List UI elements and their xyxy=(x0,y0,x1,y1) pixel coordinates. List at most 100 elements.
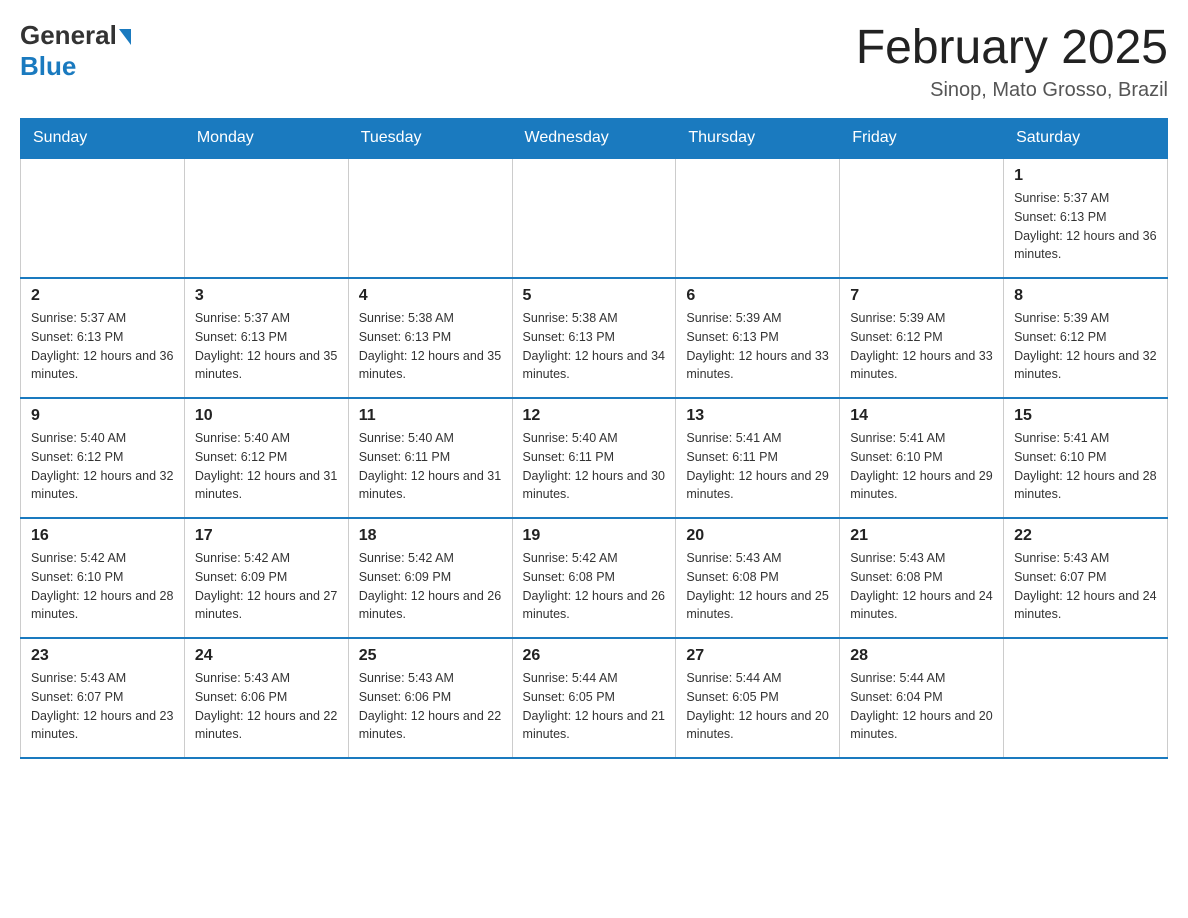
day-number: 21 xyxy=(850,527,993,545)
day-info: Sunrise: 5:44 AM Sunset: 6:04 PM Dayligh… xyxy=(850,669,993,744)
logo-blue-text: Blue xyxy=(20,51,76,81)
calendar-cell: 20 Sunrise: 5:43 AM Sunset: 6:08 PM Dayli… xyxy=(676,518,840,638)
day-info: Sunrise: 5:37 AM Sunset: 6:13 PM Dayligh… xyxy=(195,309,338,384)
day-number: 2 xyxy=(31,287,174,305)
day-info: Sunrise: 5:43 AM Sunset: 6:06 PM Dayligh… xyxy=(359,669,502,744)
calendar-cell: 8 Sunrise: 5:39 AM Sunset: 6:12 PM Daylig… xyxy=(1004,278,1168,398)
day-info: Sunrise: 5:37 AM Sunset: 6:13 PM Dayligh… xyxy=(31,309,174,384)
calendar-cell: 3 Sunrise: 5:37 AM Sunset: 6:13 PM Daylig… xyxy=(184,278,348,398)
day-number: 14 xyxy=(850,407,993,425)
day-info: Sunrise: 5:43 AM Sunset: 6:08 PM Dayligh… xyxy=(850,549,993,624)
calendar-cell xyxy=(184,158,348,278)
day-info: Sunrise: 5:39 AM Sunset: 6:12 PM Dayligh… xyxy=(850,309,993,384)
calendar-cell: 14 Sunrise: 5:41 AM Sunset: 6:10 PM Dayli… xyxy=(840,398,1004,518)
calendar-table: SundayMondayTuesdayWednesdayThursdayFrid… xyxy=(20,118,1168,759)
calendar-cell: 7 Sunrise: 5:39 AM Sunset: 6:12 PM Daylig… xyxy=(840,278,1004,398)
day-number: 23 xyxy=(31,647,174,665)
day-info: Sunrise: 5:40 AM Sunset: 6:11 PM Dayligh… xyxy=(359,429,502,504)
calendar-cell: 4Sunrise: 5:38 AM Sunset: 6:13 PM Daylig… xyxy=(348,278,512,398)
day-of-week-header: Tuesday xyxy=(348,119,512,159)
day-number: 11 xyxy=(359,407,502,425)
day-info: Sunrise: 5:41 AM Sunset: 6:10 PM Dayligh… xyxy=(850,429,993,504)
day-number: 8 xyxy=(1014,287,1157,305)
day-number: 6 xyxy=(686,287,829,305)
day-number: 9 xyxy=(31,407,174,425)
calendar-header-row: SundayMondayTuesdayWednesdayThursdayFrid… xyxy=(21,119,1168,159)
calendar-cell: 26 Sunrise: 5:44 AM Sunset: 6:05 PM Dayli… xyxy=(512,638,676,758)
day-number: 12 xyxy=(523,407,666,425)
day-of-week-header: Friday xyxy=(840,119,1004,159)
day-info: Sunrise: 5:44 AM Sunset: 6:05 PM Dayligh… xyxy=(686,669,829,744)
location-subtitle: Sinop, Mato Grosso, Brazil xyxy=(856,79,1168,102)
calendar-cell xyxy=(348,158,512,278)
calendar-cell: 19Sunrise: 5:42 AM Sunset: 6:08 PM Dayli… xyxy=(512,518,676,638)
day-number: 7 xyxy=(850,287,993,305)
day-info: Sunrise: 5:42 AM Sunset: 6:08 PM Dayligh… xyxy=(523,549,666,624)
day-info: Sunrise: 5:40 AM Sunset: 6:12 PM Dayligh… xyxy=(31,429,174,504)
calendar-cell: 11 Sunrise: 5:40 AM Sunset: 6:11 PM Dayli… xyxy=(348,398,512,518)
calendar-cell: 13 Sunrise: 5:41 AM Sunset: 6:11 PM Dayli… xyxy=(676,398,840,518)
day-number: 26 xyxy=(523,647,666,665)
calendar-cell: 5Sunrise: 5:38 AM Sunset: 6:13 PM Daylig… xyxy=(512,278,676,398)
day-info: Sunrise: 5:42 AM Sunset: 6:10 PM Dayligh… xyxy=(31,549,174,624)
calendar-cell: 28 Sunrise: 5:44 AM Sunset: 6:04 PM Dayli… xyxy=(840,638,1004,758)
day-info: Sunrise: 5:43 AM Sunset: 6:07 PM Dayligh… xyxy=(31,669,174,744)
day-info: Sunrise: 5:38 AM Sunset: 6:13 PM Dayligh… xyxy=(359,309,502,384)
calendar-cell xyxy=(676,158,840,278)
calendar-cell: 16 Sunrise: 5:42 AM Sunset: 6:10 PM Dayli… xyxy=(21,518,185,638)
day-info: Sunrise: 5:40 AM Sunset: 6:11 PM Dayligh… xyxy=(523,429,666,504)
day-number: 16 xyxy=(31,527,174,545)
day-of-week-header: Monday xyxy=(184,119,348,159)
calendar-cell: 2 Sunrise: 5:37 AM Sunset: 6:13 PM Daylig… xyxy=(21,278,185,398)
calendar-cell: 25 Sunrise: 5:43 AM Sunset: 6:06 PM Dayli… xyxy=(348,638,512,758)
day-number: 5 xyxy=(523,287,666,305)
calendar-cell xyxy=(512,158,676,278)
calendar-week-row: 9 Sunrise: 5:40 AM Sunset: 6:12 PM Daylig… xyxy=(21,398,1168,518)
day-number: 20 xyxy=(686,527,829,545)
calendar-cell: 6 Sunrise: 5:39 AM Sunset: 6:13 PM Daylig… xyxy=(676,278,840,398)
calendar-week-row: 1Sunrise: 5:37 AM Sunset: 6:13 PM Daylig… xyxy=(21,158,1168,278)
day-number: 28 xyxy=(850,647,993,665)
month-title: February 2025 xyxy=(856,20,1168,75)
day-info: Sunrise: 5:44 AM Sunset: 6:05 PM Dayligh… xyxy=(523,669,666,744)
calendar-cell: 23 Sunrise: 5:43 AM Sunset: 6:07 PM Dayli… xyxy=(21,638,185,758)
calendar-cell: 22Sunrise: 5:43 AM Sunset: 6:07 PM Dayli… xyxy=(1004,518,1168,638)
day-number: 27 xyxy=(686,647,829,665)
logo-general-text: General xyxy=(20,20,117,51)
day-number: 13 xyxy=(686,407,829,425)
calendar-cell xyxy=(1004,638,1168,758)
logo: General Blue xyxy=(20,20,131,82)
calendar-cell: 27 Sunrise: 5:44 AM Sunset: 6:05 PM Dayli… xyxy=(676,638,840,758)
day-number: 3 xyxy=(195,287,338,305)
calendar-cell xyxy=(21,158,185,278)
calendar-week-row: 23 Sunrise: 5:43 AM Sunset: 6:07 PM Dayli… xyxy=(21,638,1168,758)
calendar-week-row: 2 Sunrise: 5:37 AM Sunset: 6:13 PM Daylig… xyxy=(21,278,1168,398)
calendar-week-row: 16 Sunrise: 5:42 AM Sunset: 6:10 PM Dayli… xyxy=(21,518,1168,638)
day-of-week-header: Wednesday xyxy=(512,119,676,159)
day-info: Sunrise: 5:41 AM Sunset: 6:11 PM Dayligh… xyxy=(686,429,829,504)
day-of-week-header: Sunday xyxy=(21,119,185,159)
day-number: 10 xyxy=(195,407,338,425)
day-info: Sunrise: 5:40 AM Sunset: 6:12 PM Dayligh… xyxy=(195,429,338,504)
day-of-week-header: Thursday xyxy=(676,119,840,159)
day-info: Sunrise: 5:39 AM Sunset: 6:12 PM Dayligh… xyxy=(1014,309,1157,384)
calendar-cell: 21 Sunrise: 5:43 AM Sunset: 6:08 PM Dayli… xyxy=(840,518,1004,638)
calendar-cell: 12 Sunrise: 5:40 AM Sunset: 6:11 PM Dayli… xyxy=(512,398,676,518)
day-info: Sunrise: 5:42 AM Sunset: 6:09 PM Dayligh… xyxy=(195,549,338,624)
day-of-week-header: Saturday xyxy=(1004,119,1168,159)
calendar-cell: 24Sunrise: 5:43 AM Sunset: 6:06 PM Dayli… xyxy=(184,638,348,758)
calendar-cell xyxy=(840,158,1004,278)
calendar-cell: 17Sunrise: 5:42 AM Sunset: 6:09 PM Dayli… xyxy=(184,518,348,638)
calendar-cell: 15Sunrise: 5:41 AM Sunset: 6:10 PM Dayli… xyxy=(1004,398,1168,518)
day-info: Sunrise: 5:42 AM Sunset: 6:09 PM Dayligh… xyxy=(359,549,502,624)
day-info: Sunrise: 5:41 AM Sunset: 6:10 PM Dayligh… xyxy=(1014,429,1157,504)
title-section: February 2025 Sinop, Mato Grosso, Brazil xyxy=(856,20,1168,102)
day-info: Sunrise: 5:43 AM Sunset: 6:08 PM Dayligh… xyxy=(686,549,829,624)
logo-triangle-icon xyxy=(119,29,131,45)
day-number: 24 xyxy=(195,647,338,665)
calendar-cell: 1Sunrise: 5:37 AM Sunset: 6:13 PM Daylig… xyxy=(1004,158,1168,278)
day-number: 25 xyxy=(359,647,502,665)
day-info: Sunrise: 5:39 AM Sunset: 6:13 PM Dayligh… xyxy=(686,309,829,384)
day-info: Sunrise: 5:43 AM Sunset: 6:07 PM Dayligh… xyxy=(1014,549,1157,624)
day-info: Sunrise: 5:37 AM Sunset: 6:13 PM Dayligh… xyxy=(1014,189,1157,264)
